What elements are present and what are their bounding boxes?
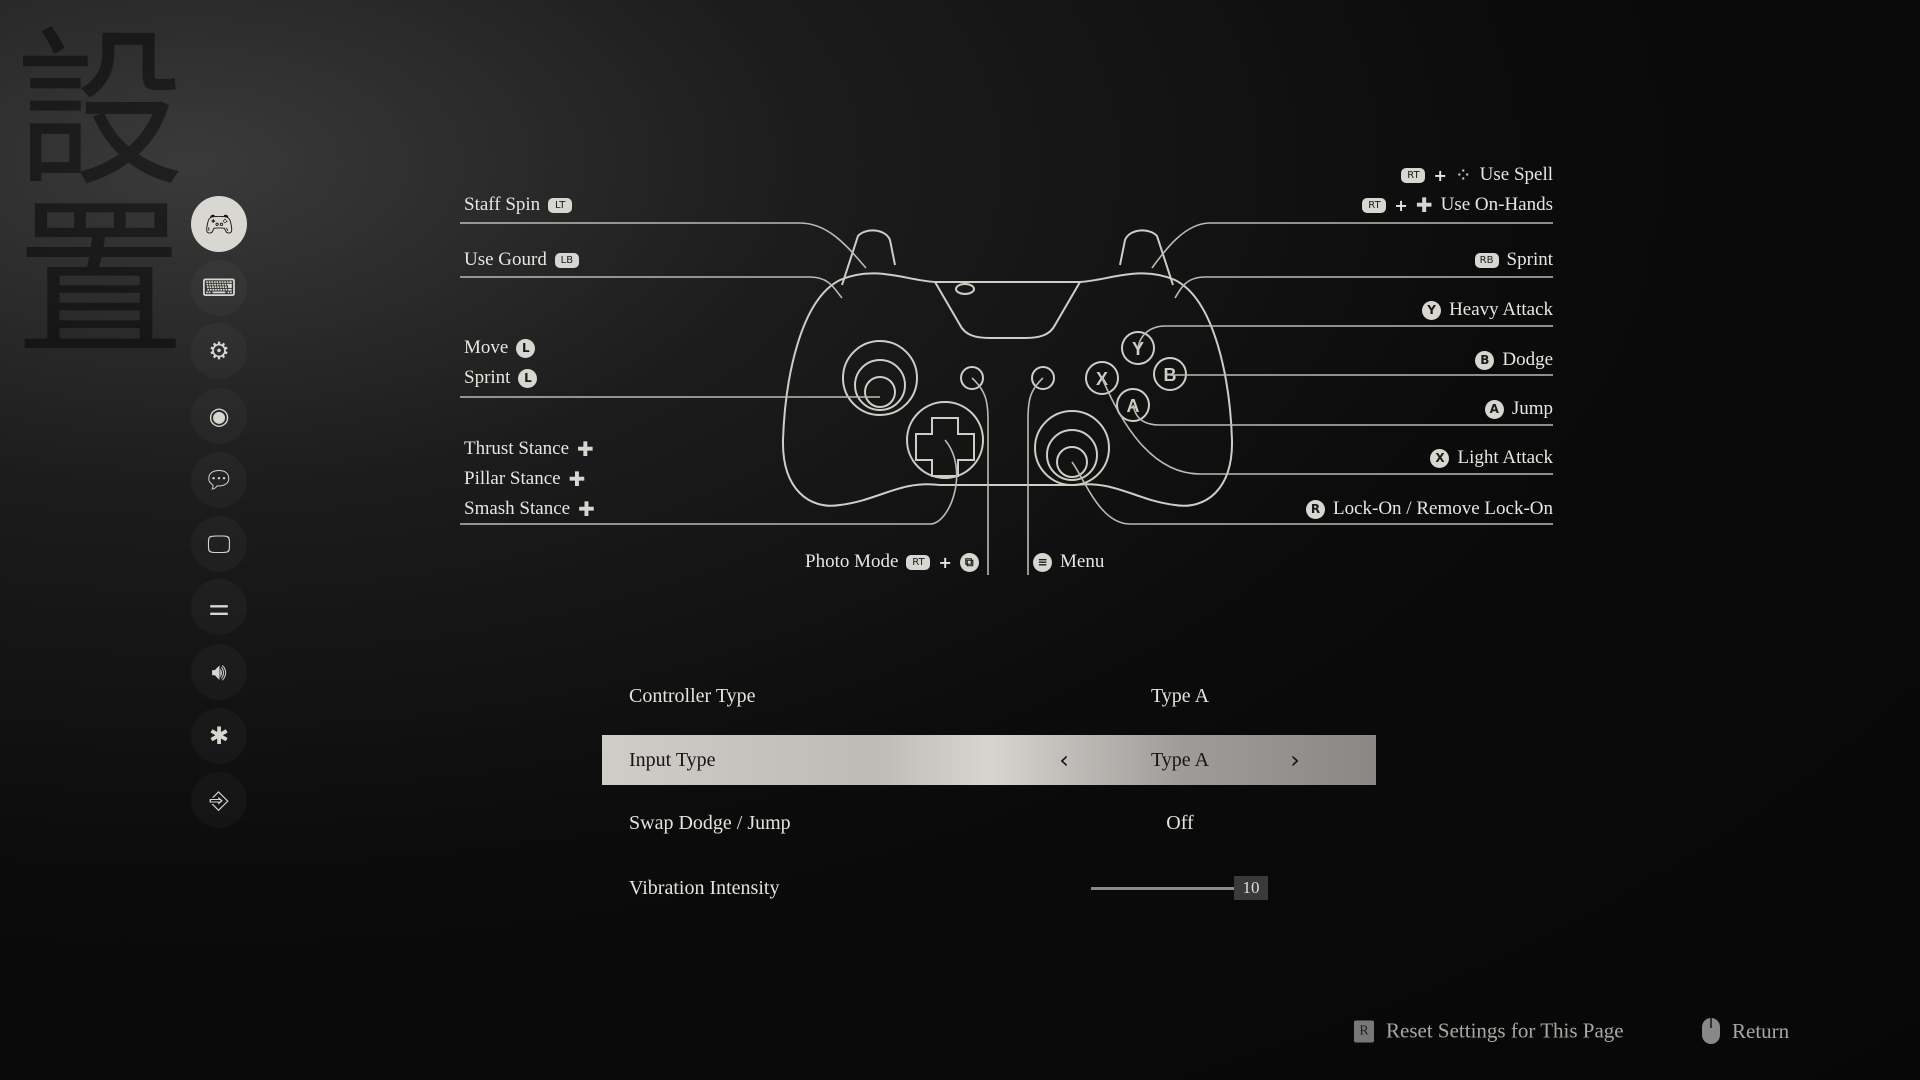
chevron-left-icon[interactable]: ‹ xyxy=(1059,746,1069,774)
slider-value: 10 xyxy=(1234,876,1268,900)
mapping-label: Staff Spin xyxy=(464,194,541,215)
mapping-jump: A Jump xyxy=(1484,398,1553,420)
mapping-label: Use Gourd xyxy=(464,249,547,270)
menu-button-icon: ≡ xyxy=(1033,552,1052,572)
mapping-use-on-hands: RT + ✚ Use On-Hands xyxy=(1362,194,1553,216)
setting-label: Input Type xyxy=(629,748,716,771)
controller-diagram: Y B X A xyxy=(460,222,1553,575)
dpad-icon: ✚ xyxy=(1415,193,1433,217)
mapping-staff-spin: Staff Spin LT xyxy=(464,194,573,216)
vibration-slider[interactable] xyxy=(1091,887,1234,890)
mouse-right-click-icon xyxy=(1702,1018,1720,1044)
setting-value: Type A xyxy=(1150,684,1210,707)
mapping-smash-stance: Smash Stance ✚ xyxy=(464,498,595,520)
plus-icon: + xyxy=(1433,165,1447,185)
mapping-label: Lock-On / Remove Lock-On xyxy=(1332,498,1553,519)
mapping-label: Light Attack xyxy=(1457,447,1553,468)
mapping-use-spell: RT + ⁘ Use Spell xyxy=(1401,164,1553,186)
setting-value: Type A xyxy=(1150,748,1210,771)
chevron-right-icon[interactable]: › xyxy=(1290,746,1300,774)
dpad-icon: ✚ xyxy=(568,467,586,491)
mapping-label: Thrust Stance xyxy=(464,438,570,459)
mapping-dodge: B Dodge xyxy=(1475,349,1553,371)
face-buttons-icon: ⁘ xyxy=(1454,163,1472,187)
view-button-icon: ⧉ xyxy=(959,552,979,572)
l-button-icon: L xyxy=(516,338,536,358)
setting-vibration-intensity[interactable]: Vibration Intensity 10 xyxy=(602,863,1376,913)
mapping-sprint: RB Sprint xyxy=(1474,249,1553,271)
mapping-label: Heavy Attack xyxy=(1449,299,1553,320)
y-button-label: Y xyxy=(1132,339,1144,359)
setting-label: Controller Type xyxy=(629,684,756,707)
lb-button-icon: LB xyxy=(554,252,579,268)
reset-settings-button[interactable]: R Reset Settings for This Page xyxy=(1354,1019,1624,1044)
rt-button-icon: RT xyxy=(906,554,931,570)
mapping-use-gourd: Use Gourd LB xyxy=(464,249,579,271)
mapping-label: Sprint xyxy=(1506,249,1553,270)
mapping-label: Pillar Stance xyxy=(464,468,561,489)
mapping-label: Smash Stance xyxy=(464,498,571,519)
mapping-move: Move L xyxy=(464,337,536,359)
lt-button-icon: LT xyxy=(548,197,573,213)
rt-button-icon: RT xyxy=(1401,167,1426,183)
mapping-pillar-stance: Pillar Stance ✚ xyxy=(464,468,585,490)
y-button-icon: Y xyxy=(1422,300,1442,320)
rt-button-icon: RT xyxy=(1362,197,1387,213)
mapping-label: Move xyxy=(464,337,509,358)
r-button-icon: R xyxy=(1305,499,1325,519)
mapping-thrust-stance: Thrust Stance ✚ xyxy=(464,438,594,460)
l-button-icon: L xyxy=(518,368,538,388)
mapping-label: Menu xyxy=(1060,551,1105,572)
plus-icon: + xyxy=(1394,195,1408,215)
r-key-icon: R xyxy=(1354,1020,1374,1042)
dpad-icon: ✚ xyxy=(578,497,595,521)
setting-swap-dodge-jump[interactable]: Swap Dodge / Jump Off xyxy=(602,798,1376,848)
mapping-sprint: Sprint L xyxy=(464,367,538,389)
dpad-icon: ✚ xyxy=(577,437,594,461)
mapping-light-attack: X Light Attack xyxy=(1430,447,1553,469)
return-button[interactable]: Return xyxy=(1702,1018,1789,1044)
mapping-label: Photo Mode xyxy=(805,551,899,572)
plus-icon: + xyxy=(938,552,952,572)
mapping-menu: ≡ Menu xyxy=(1033,551,1104,573)
reset-label: Reset Settings for This Page xyxy=(1386,1018,1624,1043)
mapping-lock-on-remove-lock-on: R Lock-On / Remove Lock-On xyxy=(1305,498,1553,520)
setting-input-type[interactable]: Input Type ‹ Type A › xyxy=(602,735,1376,785)
mapping-label: Use On-Hands xyxy=(1440,194,1553,215)
x-button-icon: X xyxy=(1430,448,1450,468)
a-button-icon: A xyxy=(1484,399,1504,419)
setting-value: Off xyxy=(1166,811,1194,834)
mapping-label: Dodge xyxy=(1502,349,1553,370)
setting-label: Vibration Intensity xyxy=(629,876,780,899)
mapping-label: Jump xyxy=(1511,398,1553,419)
setting-controller-type[interactable]: Controller Type Type A xyxy=(602,671,1376,721)
b-button-icon: B xyxy=(1475,350,1495,370)
mapping-label: Use Spell xyxy=(1479,164,1553,185)
callout-lines xyxy=(460,222,1553,575)
setting-label: Swap Dodge / Jump xyxy=(629,811,791,834)
rb-button-icon: RB xyxy=(1474,252,1499,268)
mapping-heavy-attack: Y Heavy Attack xyxy=(1422,299,1553,321)
return-label: Return xyxy=(1732,1018,1790,1043)
mapping-photo-mode: Photo Mode RT + ⧉ xyxy=(805,551,979,573)
mapping-label: Sprint xyxy=(464,367,511,388)
